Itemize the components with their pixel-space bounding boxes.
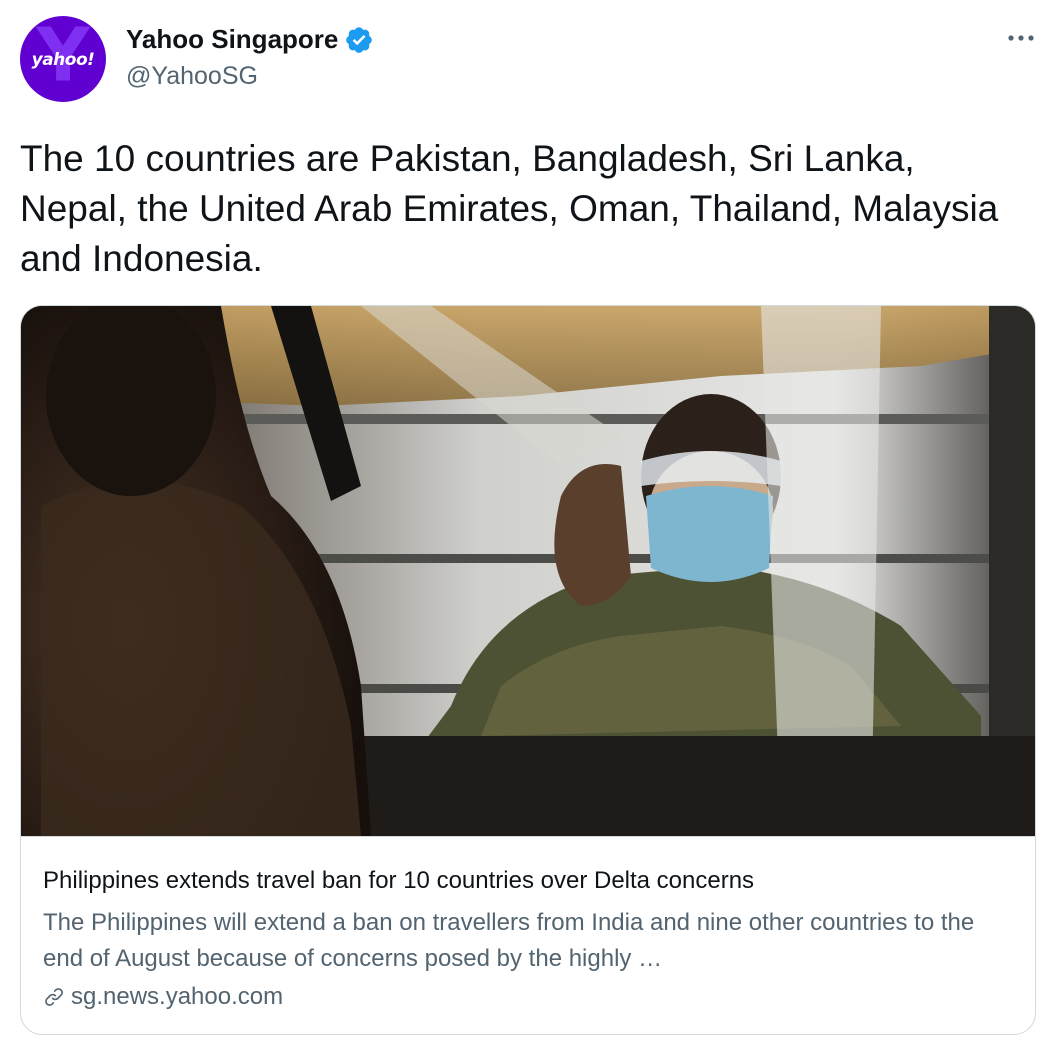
card-domain-row[interactable]: sg.news.yahoo.com: [43, 983, 283, 1011]
card-domain[interactable]: sg.news.yahoo.com: [71, 983, 283, 1011]
verified-badge-icon: [346, 26, 373, 53]
author-display-name[interactable]: Yahoo Singapore: [126, 24, 338, 55]
author-name-row: Yahoo Singapore: [126, 24, 374, 55]
tweet: Y yahoo! Yahoo Singapore @YahooSG The 10…: [0, 0, 1058, 1054]
article-photo[interactable]: [21, 306, 1036, 836]
author-handle[interactable]: @YahooSG: [126, 62, 258, 91]
avatar-logo-text: yahoo!: [31, 50, 95, 70]
avatar[interactable]: Y yahoo!: [20, 16, 106, 102]
card-description: The Philippines will extend a ban on tra…: [43, 909, 975, 972]
card-title[interactable]: Philippines extends travel ban for 10 co…: [43, 867, 754, 895]
link-icon: [45, 988, 63, 1006]
tweet-text: The 10 countries are Pakistan, Banglades…: [20, 138, 999, 279]
link-preview-card[interactable]: Philippines extends travel ban for 10 co…: [20, 305, 1036, 1035]
card-text-area[interactable]: Philippines extends travel ban for 10 co…: [21, 836, 1035, 1034]
more-options-icon[interactable]: [1006, 28, 1036, 48]
